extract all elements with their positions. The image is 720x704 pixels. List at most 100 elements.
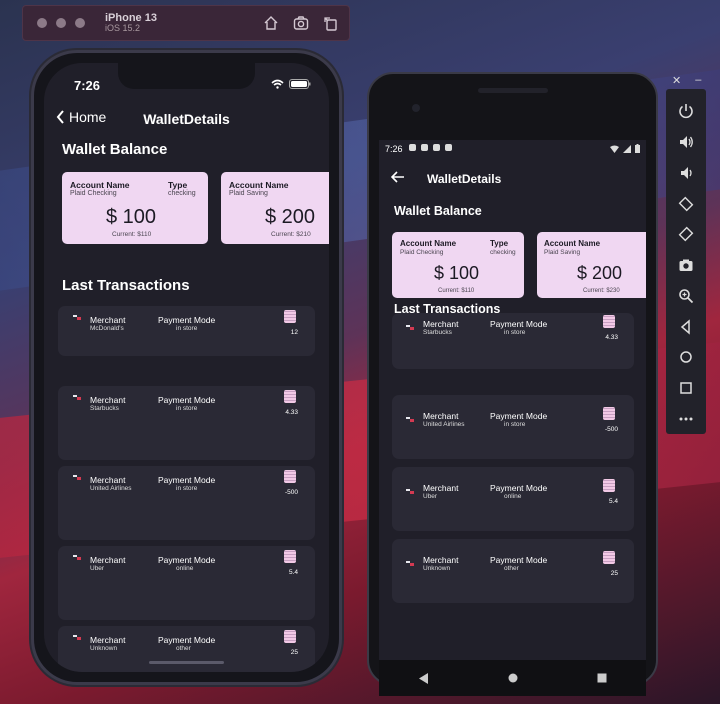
account-type-value: checking [490, 249, 516, 256]
merchant-label: Merchant [90, 555, 126, 565]
close-window-button[interactable] [37, 18, 47, 28]
zoom-icon [679, 288, 694, 303]
android-nav-bar [379, 660, 646, 696]
transaction-tile[interactable]: Merchant Unknown Payment Mode other 25 [58, 626, 315, 672]
merchant-name: United Airlines [423, 421, 465, 428]
wallet-balance-heading: Wallet Balance [62, 141, 168, 158]
merchant-label: Merchant [423, 555, 459, 565]
rotate-icon[interactable] [323, 15, 339, 31]
transaction-tile[interactable]: Merchant Uber Payment Mode online 5.4 [58, 546, 315, 620]
payment-mode-value: in store [504, 421, 526, 428]
volume-down-icon [681, 166, 692, 179]
emulator-minimize-button[interactable]: – [695, 74, 701, 87]
rotate-left-button[interactable] [666, 188, 706, 219]
minimize-window-button[interactable] [56, 18, 66, 28]
emu-overview-button[interactable] [666, 373, 706, 404]
transaction-amount: 5.4 [288, 569, 298, 576]
account-current: Current: $110 [438, 288, 475, 294]
back-arrow-icon[interactable] [391, 171, 405, 183]
transaction-amount: 4.33 [605, 334, 618, 341]
rotate-right-icon [678, 226, 694, 242]
emu-home-button[interactable] [666, 342, 706, 373]
notch [118, 63, 255, 89]
ios-status-time: 7:26 [74, 78, 101, 93]
merchant-name: Starbucks [90, 405, 119, 412]
receipt-icon [284, 310, 296, 323]
sync-icon [445, 144, 452, 151]
merchant-logo-icon [406, 489, 414, 494]
nav-overview-icon[interactable] [597, 673, 607, 683]
payment-mode-label: Payment Mode [158, 635, 216, 645]
transaction-amount: 4.33 [285, 409, 298, 416]
account-card[interactable]: Account Name Plaid Checking Type checkin… [62, 172, 208, 244]
transaction-tile[interactable]: Merchant McDonald's Payment Mode in store 12 [58, 306, 315, 356]
transaction-tile[interactable]: Merchant Uber Payment Mode online 5.4 [392, 467, 634, 531]
merchant-label: Merchant [90, 315, 126, 325]
payment-mode-label: Payment Mode [490, 319, 548, 329]
merchant-name: United Airlines [90, 485, 132, 492]
wifi-icon [271, 79, 284, 89]
payment-mode-value: in store [504, 329, 526, 336]
payment-mode-value: in store [176, 325, 198, 332]
merchant-logo-icon [406, 561, 414, 566]
transaction-tile[interactable]: Merchant United Airlines Payment Mode in st… [58, 466, 315, 540]
merchant-name: Uber [423, 493, 438, 500]
payment-mode-label: Payment Mode [158, 315, 216, 325]
home-indicator[interactable] [149, 661, 224, 664]
transaction-amount: -500 [604, 426, 618, 433]
account-card[interactable]: Account Name Plaid Checking Type checkin… [392, 232, 524, 298]
camera-icon [679, 259, 693, 272]
nav-home-icon[interactable] [508, 673, 518, 683]
android-screen: 7:26 WalletDetails Wallet Balance Accoun… [379, 140, 646, 660]
rotate-right-button[interactable] [666, 219, 706, 250]
account-name-label: Account Name [544, 239, 601, 248]
volume-up-button[interactable] [666, 127, 706, 158]
merchant-label: Merchant [90, 635, 126, 645]
nav-back-icon[interactable] [418, 672, 429, 684]
transaction-tile[interactable]: Merchant United Airlines Payment Mode in st… [392, 395, 634, 459]
emu-back-button[interactable] [666, 311, 706, 342]
receipt-icon [603, 551, 615, 564]
transaction-tile[interactable]: Merchant Unknown Payment Mode other 25 [392, 539, 634, 603]
receipt-icon [284, 470, 296, 483]
merchant-name: Starbucks [423, 329, 452, 336]
battery-icon [635, 144, 640, 153]
settings-notif-icon [409, 144, 416, 151]
power-button[interactable] [666, 96, 706, 127]
payment-mode-value: other [176, 645, 191, 652]
merchant-label: Merchant [423, 411, 459, 421]
account-name-value: Plaid Saving [229, 190, 268, 197]
account-name-value: Plaid Checking [400, 249, 444, 256]
account-name-value: Plaid Checking [70, 190, 117, 197]
camera-button[interactable] [666, 250, 706, 281]
android-status-bar: 7:26 [379, 140, 646, 158]
payment-mode-value: in store [176, 485, 198, 492]
transaction-amount: 25 [290, 649, 298, 656]
home-icon[interactable] [263, 15, 279, 31]
ios-status-icons [271, 79, 311, 89]
account-card[interactable]: Account Name Plaid Saving $ 200 Current:… [221, 172, 329, 244]
emulator-close-button[interactable]: ✕ [672, 74, 681, 87]
wifi-icon [610, 145, 619, 153]
payment-mode-label: Payment Mode [158, 555, 216, 565]
volume-up-icon [680, 136, 693, 149]
ios-screen: 7:26 Home WalletDetails Wallet Balance A… [44, 63, 329, 672]
emu-more-button[interactable] [666, 403, 706, 434]
account-amount: $ 100 [106, 206, 157, 228]
account-name-label: Account Name [400, 239, 457, 248]
account-amount: $ 200 [265, 206, 316, 228]
volume-down-button[interactable] [666, 157, 706, 188]
transaction-tile[interactable]: Merchant Starbucks Payment Mode in store 4.3… [392, 313, 634, 369]
payment-mode-value: online [176, 565, 194, 572]
screenshot-icon[interactable] [293, 15, 309, 31]
zoom-window-button[interactable] [75, 18, 85, 28]
account-card[interactable]: Account Name Plaid Saving $ 200 Current:… [537, 232, 646, 298]
merchant-logo-icon [406, 417, 414, 422]
payment-mode-value: in store [176, 405, 198, 412]
page-title: WalletDetails [143, 111, 230, 127]
shield-notif-icon [421, 144, 428, 151]
zoom-button[interactable] [666, 280, 706, 311]
transaction-amount: 25 [610, 570, 618, 577]
merchant-name: Unknown [90, 645, 118, 652]
transaction-tile[interactable]: Merchant Starbucks Payment Mode in store 4.3… [58, 386, 315, 460]
